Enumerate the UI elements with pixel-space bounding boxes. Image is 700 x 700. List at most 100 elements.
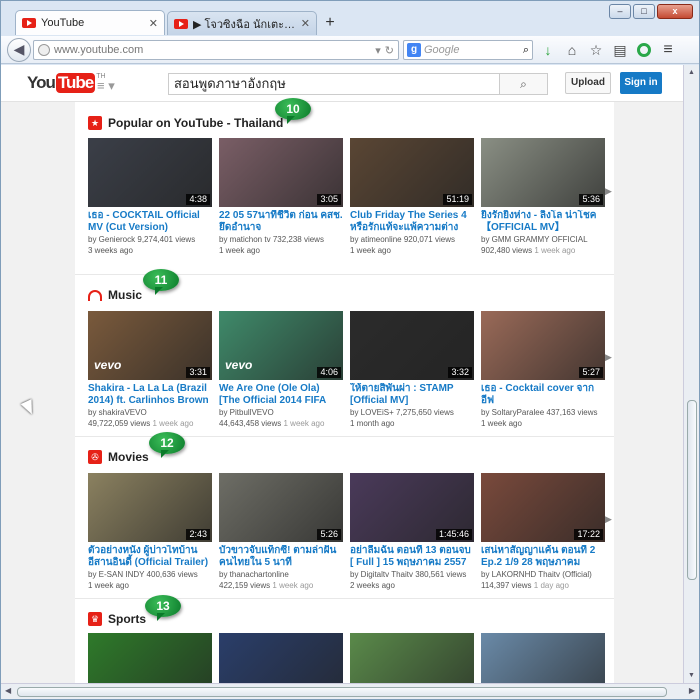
video-thumbnail[interactable]: 51:19 [350,138,474,207]
vertical-scrollbar[interactable]: ▲ ▼ [683,65,699,683]
back-button[interactable]: ◀ [7,38,31,62]
trophy-icon: ♛ [88,612,102,626]
video-card[interactable]: 1:45:46 อย่าลืมฉัน ตอนที่ 13 ตอนจบ [ Full… [350,473,474,591]
video-card[interactable]: 5:36 ยิ่งรักยิ่งห่าง - ลิงโล น่าโชค【OFFIC… [481,138,605,256]
video-thumbnail[interactable] [219,633,343,683]
youtube-logo[interactable]: You Tube TH [27,73,106,93]
video-card[interactable]: vevo 3:31 Shakira - La La La (Brazil 2014)… [88,311,212,429]
video-card[interactable] [350,633,474,683]
maximize-button[interactable]: □ [633,4,655,19]
channel-name[interactable]: by Genierock [88,235,135,244]
video-thumbnail[interactable]: 5:26 [219,473,343,542]
upload-button[interactable]: Upload [565,72,611,94]
video-card[interactable]: 3:32 ให้ตายสิพันผ่า : STAMP [Official MV]… [350,311,474,429]
video-title[interactable]: เสน่หาสัญญาแค้น ตอนที่ 2 Ep.2 1/9 28 พฤษ… [481,545,605,569]
channel-name[interactable]: by atimeonline [350,235,402,244]
video-thumbnail[interactable]: 3:05 [219,138,343,207]
menu-icon[interactable]: ≡ [659,41,677,59]
address-bar[interactable]: www.youtube.com ▾ ↻ [33,40,399,60]
dropdown-arrow-icon[interactable]: ▾ [375,44,381,57]
scroll-left-icon[interactable]: ◀ [5,686,11,695]
next-arrow-icon[interactable]: ▶ [605,186,612,197]
video-thumbnail[interactable]: 3:32 [350,311,474,380]
video-thumbnail[interactable]: vevo 3:31 [88,311,212,380]
video-card[interactable]: vevo 4:06 We Are One (Ole Ola) [The Offici… [219,311,343,429]
video-title[interactable]: ตัวอย่างหนัง ผู้บ่าวไทบ้าน อีสานอินดี้ (… [88,545,212,569]
channel-name[interactable]: by LOVEiS+ [350,408,394,417]
video-thumbnail[interactable]: 5:36 [481,138,605,207]
section-header[interactable]: ♛ Sports [88,612,146,626]
new-tab-button[interactable]: + [319,13,341,35]
video-card[interactable] [219,633,343,683]
video-card[interactable] [88,633,212,683]
bookmarks-list-icon[interactable]: ▤ [611,41,629,59]
video-card[interactable]: 5:26 บัวขาวจับแท็กซี่! ตามล่าฝันคนไทยใน 5… [219,473,343,591]
video-thumbnail[interactable]: 17:22 [481,473,605,542]
video-title[interactable]: ยิ่งรักยิ่งห่าง - ลิงโล น่าโชค【OFFICIAL … [481,210,605,234]
section-header[interactable]: ✇ Movies [88,450,149,464]
video-thumbnail[interactable]: 5:27 [481,311,605,380]
minimize-button[interactable]: – [609,4,631,19]
scroll-up-icon[interactable]: ▲ [688,69,695,76]
video-card[interactable] [481,633,605,683]
channel-name[interactable]: by LAKORNHD Thaitv (Official) [481,570,592,579]
sign-in-button[interactable]: Sign in [620,72,662,94]
video-card[interactable]: 2:43 ตัวอย่างหนัง ผู้บ่าวไทบ้าน อีสานอินด… [88,473,212,591]
bookmark-star-icon[interactable]: ☆ [587,41,605,59]
channel-name[interactable]: by PitbullVEVO [219,408,274,417]
video-title[interactable]: อย่าลืมฉัน ตอนที่ 13 ตอนจบ [ Full ] 15 พ… [350,545,474,569]
horizontal-scroll-thumb[interactable] [17,687,667,697]
tab-youtube[interactable]: YouTube ✕ [15,10,165,35]
video-title[interactable]: เธอ - Cocktail cover จาก อีฟ [481,383,605,407]
video-card[interactable]: 17:22 เสน่หาสัญญาแค้น ตอนที่ 2 Ep.2 1/9 2… [481,473,605,591]
channel-name[interactable]: by thanachartonline [219,570,289,579]
next-arrow-icon[interactable]: ▶ [605,514,612,525]
video-title[interactable]: ให้ตายสิพันผ่า : STAMP [Official MV] [350,383,474,407]
google-icon[interactable]: g [407,43,421,57]
section-header[interactable]: ★ Popular on YouTube - Thailand [88,116,283,130]
tab-video[interactable]: ▶ โจวซิงฉือ นักเตะเสี้ยวลิ้มยี่ ... ✕ [167,11,317,35]
reload-icon[interactable]: ↻ [385,44,394,57]
youtube-search-input[interactable]: สอนพูดภาษาอังกฤษ [168,73,500,95]
close-window-button[interactable]: x [657,4,693,19]
close-tab-icon[interactable]: ✕ [149,17,158,30]
magnifier-icon[interactable]: ⌕ [523,44,529,57]
guide-menu-icon[interactable]: ≡ ▾ [97,78,115,94]
video-thumbnail[interactable] [350,633,474,683]
channel-name[interactable]: by SoltaryParalee [481,408,544,417]
channel-name[interactable]: by E-SAN INDY [88,570,144,579]
video-thumbnail[interactable] [481,633,605,683]
video-title[interactable]: Shakira - La La La (Brazil 2014) ft. Car… [88,383,212,407]
video-card[interactable]: 4:38 เธอ - COCKTAIL Official MV (Cut Vers… [88,138,212,256]
video-title[interactable]: 22 05 57นาทีชีวิต ก่อน คสช. ยึดอำนาจ [219,210,343,234]
next-arrow-icon[interactable]: ▶ [605,352,612,363]
channel-name[interactable]: by matichon tv [219,235,271,244]
youtube-search-button[interactable]: ⌕ [500,73,548,95]
extension-icon[interactable] [637,43,651,57]
video-thumbnail[interactable]: vevo 4:06 [219,311,343,380]
video-meta: by LOVEiS+ 7,275,650 views [350,407,474,418]
horizontal-scrollbar[interactable]: ◀ ▶ [1,683,699,699]
scroll-right-icon[interactable]: ▶ [689,686,695,695]
section-header[interactable]: Music [88,288,142,302]
vertical-scroll-thumb[interactable] [687,400,697,580]
home-icon[interactable]: ⌂ [563,41,581,59]
download-icon[interactable]: ↓ [539,41,557,59]
video-title[interactable]: บัวขาวจับแท็กซี่! ตามล่าฝันคนไทยใน 5 นาท… [219,545,343,569]
video-thumbnail[interactable]: 4:38 [88,138,212,207]
channel-name[interactable]: by GMM GRAMMY OFFICIAL [481,235,588,244]
video-title[interactable]: Club Friday The Series 4 หรือรักแท้จะแพ้… [350,210,474,234]
scroll-down-icon[interactable]: ▼ [688,672,695,679]
close-tab-icon[interactable]: ✕ [301,17,310,30]
channel-name[interactable]: by Digitaltv Thaitv [350,570,413,579]
video-thumbnail[interactable]: 2:43 [88,473,212,542]
channel-name[interactable]: by shakiraVEVO [88,408,147,417]
browser-search-box[interactable]: g Google ⌕ [403,40,533,60]
video-card[interactable]: 3:05 22 05 57นาทีชีวิต ก่อน คสช. ยึดอำนาจ… [219,138,343,256]
video-card[interactable]: 51:19 Club Friday The Series 4 หรือรักแท้… [350,138,474,256]
video-thumbnail[interactable]: 1:45:46 [350,473,474,542]
video-card[interactable]: 5:27 เธอ - Cocktail cover จาก อีฟ by Solta… [481,311,605,429]
video-title[interactable]: We Are One (Ole Ola) [The Official 2014 … [219,383,343,407]
video-thumbnail[interactable] [88,633,212,683]
video-title[interactable]: เธอ - COCKTAIL Official MV (Cut Version) [88,210,212,234]
